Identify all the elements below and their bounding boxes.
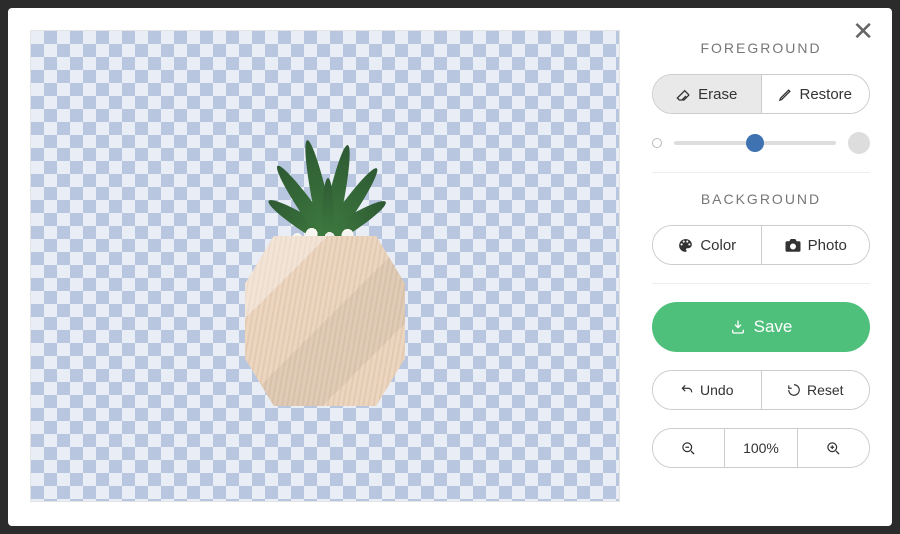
- pencil-icon: [778, 87, 793, 102]
- photo-button[interactable]: Photo: [761, 226, 870, 264]
- background-segmented: Color Photo: [652, 225, 870, 265]
- editor-modal: ✕ FOREGROUND Erase Restore: [8, 8, 892, 526]
- undo-label: Undo: [700, 382, 733, 398]
- restore-label: Restore: [799, 86, 852, 103]
- zoom-in-icon: [826, 441, 841, 456]
- slider-thumb[interactable]: [746, 134, 764, 152]
- reset-label: Reset: [807, 382, 844, 398]
- slider-track[interactable]: [674, 141, 836, 145]
- eraser-icon: [676, 86, 692, 102]
- sidebar: FOREGROUND Erase Restore BACKGROUND Co: [620, 30, 870, 504]
- download-icon: [730, 319, 746, 335]
- foreground-title: FOREGROUND: [652, 40, 870, 56]
- brush-size-slider[interactable]: [652, 132, 870, 154]
- save-button[interactable]: Save: [652, 302, 870, 352]
- restore-button[interactable]: Restore: [761, 75, 870, 113]
- background-title: BACKGROUND: [652, 191, 870, 207]
- brush-large-icon: [848, 132, 870, 154]
- zoom-out-button[interactable]: [653, 429, 724, 467]
- brush-small-icon: [652, 138, 662, 148]
- close-icon[interactable]: ✕: [852, 18, 874, 44]
- save-label: Save: [754, 317, 793, 337]
- divider: [652, 172, 870, 173]
- erase-button[interactable]: Erase: [653, 75, 761, 113]
- subject-image: [225, 126, 425, 406]
- erase-restore-segmented: Erase Restore: [652, 74, 870, 114]
- zoom-level: 100%: [724, 429, 796, 467]
- undo-icon: [680, 383, 694, 397]
- camera-icon: [784, 236, 802, 254]
- reset-button[interactable]: Reset: [761, 371, 870, 409]
- zoom-out-icon: [681, 441, 696, 456]
- palette-icon: [677, 237, 694, 254]
- divider: [652, 283, 870, 284]
- zoom-in-button[interactable]: [797, 429, 869, 467]
- color-label: Color: [700, 237, 736, 254]
- zoom-row: 100%: [652, 428, 870, 468]
- image-canvas[interactable]: [30, 30, 620, 502]
- reset-icon: [787, 383, 801, 397]
- undo-button[interactable]: Undo: [653, 371, 761, 409]
- undo-reset-row: Undo Reset: [652, 370, 870, 410]
- erase-label: Erase: [698, 86, 737, 103]
- color-button[interactable]: Color: [653, 226, 761, 264]
- photo-label: Photo: [808, 237, 847, 254]
